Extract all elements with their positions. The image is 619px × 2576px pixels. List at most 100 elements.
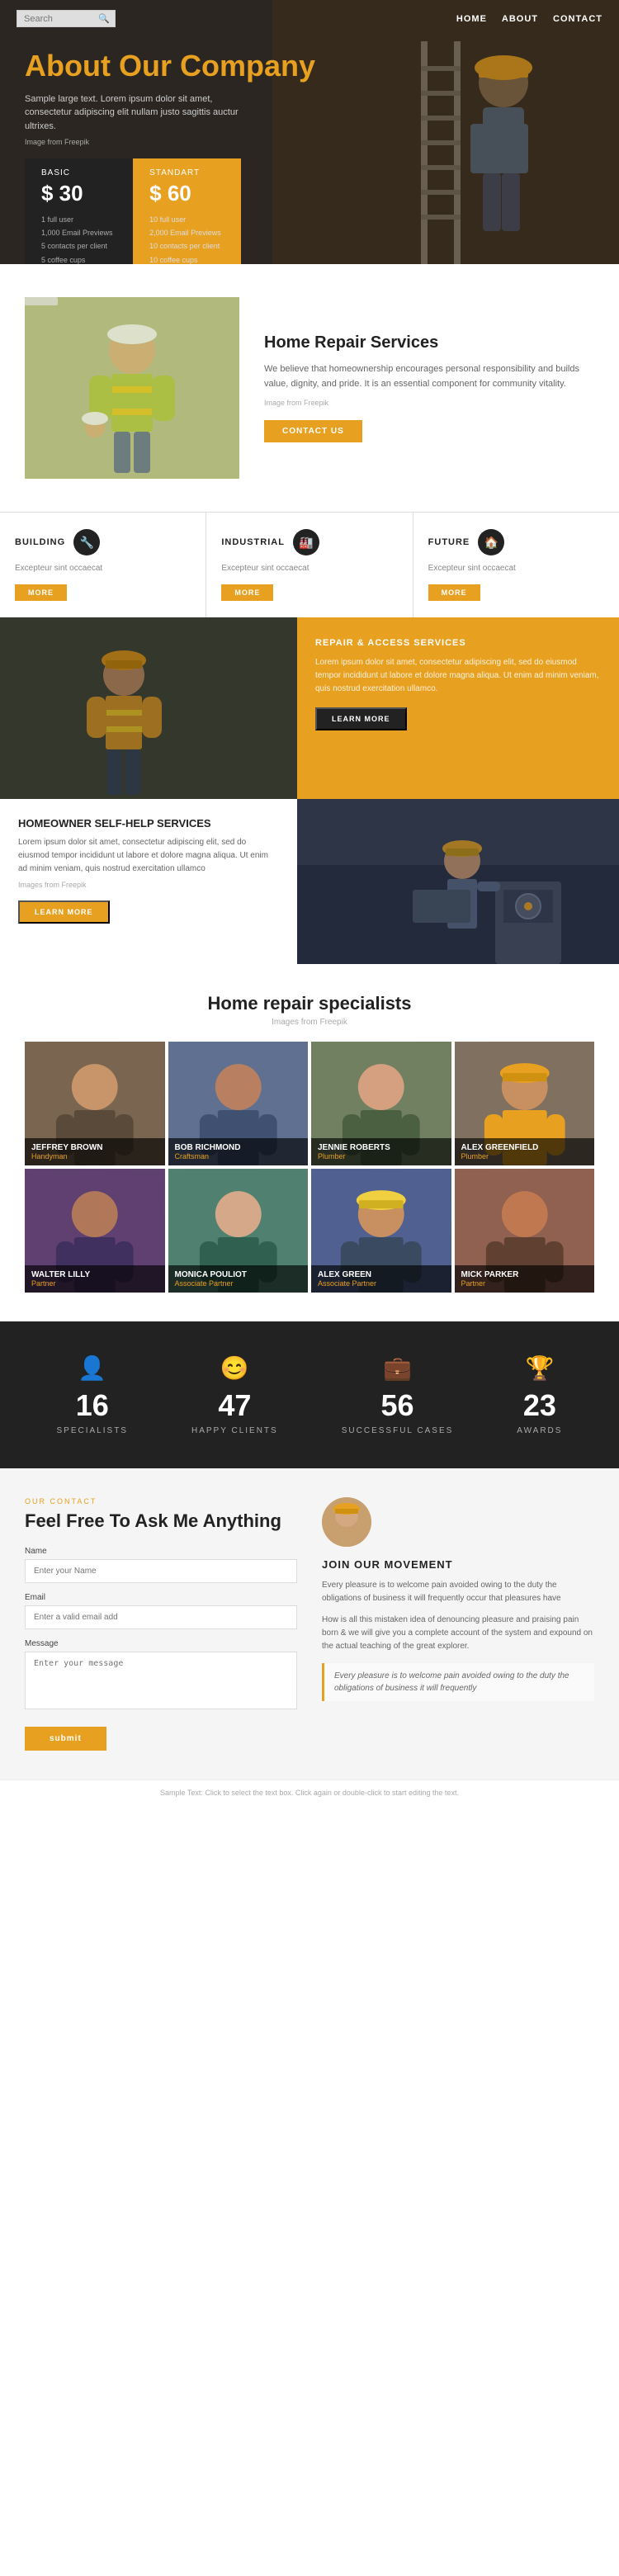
search-box[interactable]: 🔍: [17, 10, 116, 27]
specialist-name: MICK PARKER: [461, 1270, 588, 1279]
basic-plan-name: BASIC: [41, 168, 116, 177]
category-future-header: FUTURE 🏠: [428, 529, 604, 555]
hero-title: About Our Company: [25, 50, 594, 83]
dual-section: REPAIR & ACCESS SERVICES Lorem ipsum dol…: [0, 617, 619, 964]
specialist-overlay: ALEX GREENFIELD Plumber: [455, 1138, 595, 1165]
feature-item: 10 coffee cups: [149, 253, 224, 264]
basic-plan-features: 1 full user 1,000 Email Previews 5 conta…: [41, 213, 116, 264]
contact-us-button[interactable]: CONTACT US: [264, 420, 362, 442]
specialists-section: Home repair specialists Images from Free…: [0, 964, 619, 1321]
contact-title: Feel Free To Ask Me Anything: [25, 1510, 297, 1532]
standard-plan-features: 10 full user 2,000 Email Previews 10 con…: [149, 213, 224, 264]
join-avatar: [322, 1497, 371, 1547]
repair-access-section: REPAIR & ACCESS SERVICES Lorem ipsum dol…: [297, 617, 619, 799]
email-input[interactable]: [25, 1605, 297, 1629]
services-section: Home Repair Services We believe that hom…: [0, 264, 619, 512]
woman-worker-illustration: [0, 617, 297, 799]
category-building-desc: Excepteur sint occaecat: [15, 562, 191, 574]
stat-awards: 🏆 23 AWARDS: [517, 1354, 562, 1435]
hero-section: 🔍 HOME ABOUT CONTACT About Our Company S…: [0, 0, 619, 264]
specialist-name: ALEX GREENFIELD: [461, 1143, 588, 1152]
contact-section: OUR CONTACT Feel Free To Ask Me Anything…: [0, 1468, 619, 1780]
message-input[interactable]: [25, 1652, 297, 1709]
footer: Sample Text: Click to select the text bo…: [0, 1780, 619, 1805]
nav-home[interactable]: HOME: [456, 14, 487, 24]
feature-item: 1,000 Email Previews: [41, 226, 116, 239]
building-icon: 🔧: [73, 529, 100, 555]
clients-count: 47: [191, 1388, 278, 1423]
specialist-role: Partner: [461, 1279, 588, 1288]
category-future-title: FUTURE: [428, 537, 470, 547]
specialist-card: BOB RICHMOND Craftsman: [168, 1042, 309, 1165]
specialist-role: Handyman: [31, 1152, 158, 1160]
category-industrial: INDUSTRIAL 🏭 Excepteur sint occaecat MOR…: [206, 513, 413, 617]
join-movement-area: JOIN OUR MOVEMENT Every pleasure is to w…: [322, 1497, 594, 1751]
worker-vest-illustration: [25, 297, 239, 479]
awards-icon: 🏆: [517, 1354, 562, 1382]
repair-learn-more-button[interactable]: LEARN MORE: [315, 707, 407, 730]
specialist-name: WALTER LILLY: [31, 1270, 158, 1279]
category-building-header: BUILDING 🔧: [15, 529, 191, 555]
message-label: Message: [25, 1639, 297, 1648]
nav-contact[interactable]: CONTACT: [553, 14, 602, 24]
specialists-image-credit: Images from Freepik: [25, 1018, 594, 1027]
specialists-count: 16: [57, 1388, 128, 1423]
stats-section: 👤 16 SPECIALISTS 😊 47 HAPPY CLIENTS 💼 56…: [0, 1321, 619, 1468]
specialists-title: Home repair specialists: [25, 993, 594, 1014]
specialist-role: Partner: [31, 1279, 158, 1288]
specialist-card: JEFFREY BROWN Handyman: [25, 1042, 165, 1165]
feature-item: 10 full user: [149, 213, 224, 226]
email-label: Email: [25, 1593, 297, 1602]
specialist-role: Plumber: [318, 1152, 445, 1160]
industrial-more-button[interactable]: MORE: [221, 584, 273, 601]
awards-label: AWARDS: [517, 1426, 562, 1435]
future-icon: 🏠: [478, 529, 504, 555]
specialist-overlay: WALTER LILLY Partner: [25, 1265, 165, 1293]
search-input[interactable]: [24, 14, 98, 24]
specialist-card: ALEX GREEN Associate Partner: [311, 1169, 451, 1293]
machine-worker-image: [297, 799, 619, 964]
feature-item: 5 contacts per client: [41, 239, 116, 253]
hero-description: Sample large text. Lorem ipsum dolor sit…: [25, 92, 256, 134]
join-quote-text: Every pleasure is to welcome pain avoide…: [334, 1670, 584, 1694]
homeowner-section-title: HOMEOWNER SELF-HELP SERVICES: [18, 817, 279, 830]
category-future-desc: Excepteur sint occaecat: [428, 562, 604, 574]
stat-cases: 💼 56 SUCCESSFUL CASES: [342, 1354, 454, 1435]
category-industrial-desc: Excepteur sint occaecat: [221, 562, 397, 574]
clients-label: HAPPY CLIENTS: [191, 1426, 278, 1435]
building-more-button[interactable]: MORE: [15, 584, 67, 601]
specialist-role: Craftsman: [175, 1152, 302, 1160]
services-image-credit: Image from Freepik: [264, 399, 594, 407]
specialist-role: Plumber: [461, 1152, 588, 1160]
submit-button[interactable]: submit: [25, 1727, 106, 1751]
stat-clients: 😊 47 HAPPY CLIENTS: [191, 1354, 278, 1435]
machine-worker-illustration: [297, 799, 619, 964]
specialist-name: JEFFREY BROWN: [31, 1143, 158, 1152]
specialist-overlay: JENNIE ROBERTS Plumber: [311, 1138, 451, 1165]
standard-plan: STANDART $ 60 10 full user 2,000 Email P…: [133, 158, 241, 264]
clients-icon: 😊: [191, 1354, 278, 1382]
contact-form-area: OUR CONTACT Feel Free To Ask Me Anything…: [25, 1497, 297, 1751]
hero-content: About Our Company Sample large text. Lor…: [0, 0, 619, 264]
contact-tag: OUR CONTACT: [25, 1497, 297, 1505]
nav-links: HOME ABOUT CONTACT: [456, 14, 602, 24]
future-more-button[interactable]: MORE: [428, 584, 480, 601]
search-icon[interactable]: 🔍: [98, 13, 110, 24]
name-input[interactable]: [25, 1559, 297, 1583]
cases-label: SUCCESSFUL CASES: [342, 1426, 454, 1435]
specialists-label: SPECIALISTS: [57, 1426, 128, 1435]
stat-specialists: 👤 16 SPECIALISTS: [57, 1354, 128, 1435]
specialist-name: MONICA POULIOT: [175, 1270, 302, 1279]
feature-item: 2,000 Email Previews: [149, 226, 224, 239]
specialist-card: MICK PARKER Partner: [455, 1169, 595, 1293]
specialist-overlay: BOB RICHMOND Craftsman: [168, 1138, 309, 1165]
specialist-overlay: ALEX GREEN Associate Partner: [311, 1265, 451, 1293]
dual-top-row: REPAIR & ACCESS SERVICES Lorem ipsum dol…: [0, 617, 619, 799]
join-quote: Every pleasure is to welcome pain avoide…: [322, 1663, 594, 1701]
services-image-inner: [25, 297, 239, 479]
specialist-card: MONICA POULIOT Associate Partner: [168, 1169, 309, 1293]
category-building-title: BUILDING: [15, 537, 65, 547]
repair-section-title: REPAIR & ACCESS SERVICES: [315, 638, 601, 648]
nav-about[interactable]: ABOUT: [502, 14, 538, 24]
homeowner-learn-more-button[interactable]: LEARN MORE: [18, 900, 110, 924]
